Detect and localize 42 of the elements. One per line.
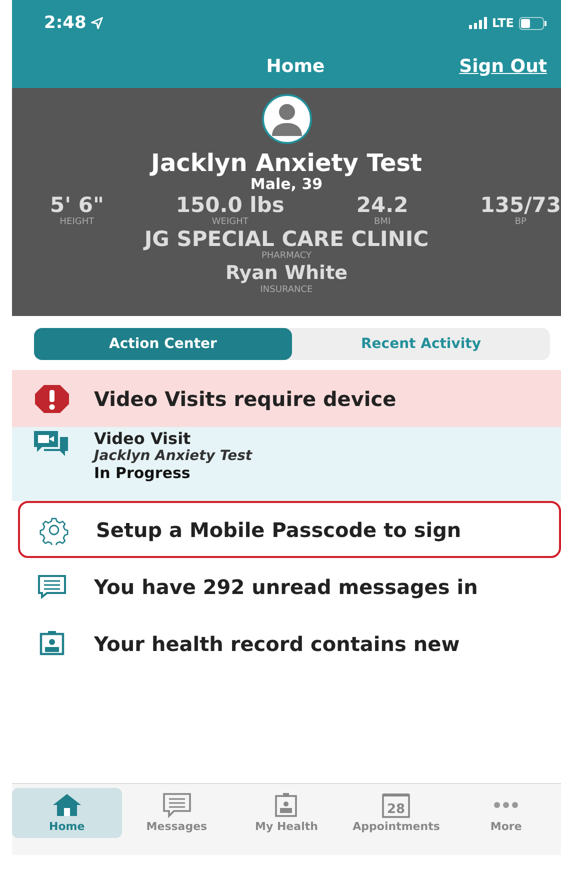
action-item[interactable]: Your health record contains new	[12, 615, 561, 672]
alert-banner[interactable]: Video Visits require device	[12, 370, 561, 427]
tab-bar-item[interactable]: 28 Appointments	[341, 788, 452, 838]
stat-label: WEIGHT	[212, 217, 248, 227]
stat-value: 24.2	[356, 193, 408, 217]
action-text: Setup a Mobile Passcode to sign	[96, 518, 462, 542]
pharmacy-value: JG SPECIAL CARE CLINIC	[144, 227, 429, 251]
patient-name: Jacklyn Anxiety Test	[151, 150, 422, 176]
visit-title: Video Visit	[94, 429, 192, 448]
insurance-label: INSURANCE	[260, 285, 313, 295]
action-item[interactable]: Setup a Mobile Passcode to sign	[18, 501, 561, 558]
visit-patient: Jacklyn Anxiety Test	[94, 448, 252, 464]
segment-tab[interactable]: Recent Activity	[292, 328, 550, 360]
more-icon	[494, 802, 518, 808]
pharmacy-label: PHARMACY	[261, 251, 312, 261]
visit-status: In Progress	[94, 464, 192, 482]
screen-title: Home	[266, 56, 325, 77]
action-item[interactable]: You have 292 unread messages in	[12, 558, 561, 615]
segment-tab[interactable]: Action Center	[34, 328, 292, 360]
tab-bar-item[interactable]: Home	[12, 788, 122, 838]
signal-icon	[468, 17, 487, 29]
network-label: LTE	[492, 16, 514, 30]
battery-icon	[519, 16, 547, 30]
stat-label: BP	[514, 217, 526, 227]
tab-bar-item[interactable]: More	[451, 788, 561, 838]
tab-bar-item[interactable]: My Health	[232, 788, 342, 838]
stat-label: HEIGHT	[60, 217, 94, 227]
insurance-value: Ryan White	[225, 261, 348, 285]
location-icon	[91, 17, 104, 29]
visit-card[interactable]: Video Visit Jacklyn Anxiety Test In Progress	[12, 427, 561, 501]
action-text: Video Visits require device	[94, 386, 396, 410]
stat-label: BMI	[374, 217, 391, 227]
stat-value: 135/73	[480, 193, 561, 217]
tab-bar-item[interactable]: Messages	[122, 788, 232, 838]
action-text: You have 292 unread messages in	[94, 574, 478, 598]
stat-value: 150.0 lbs	[176, 193, 284, 217]
patient-details: Male, 39	[250, 176, 323, 193]
stat-value: 5' 6"	[50, 193, 104, 217]
action-text: Your health record contains new	[94, 632, 460, 656]
alert-icon	[32, 384, 72, 414]
status-time: 2:48	[44, 13, 86, 33]
sign-out-link[interactable]: Sign Out	[459, 56, 547, 77]
